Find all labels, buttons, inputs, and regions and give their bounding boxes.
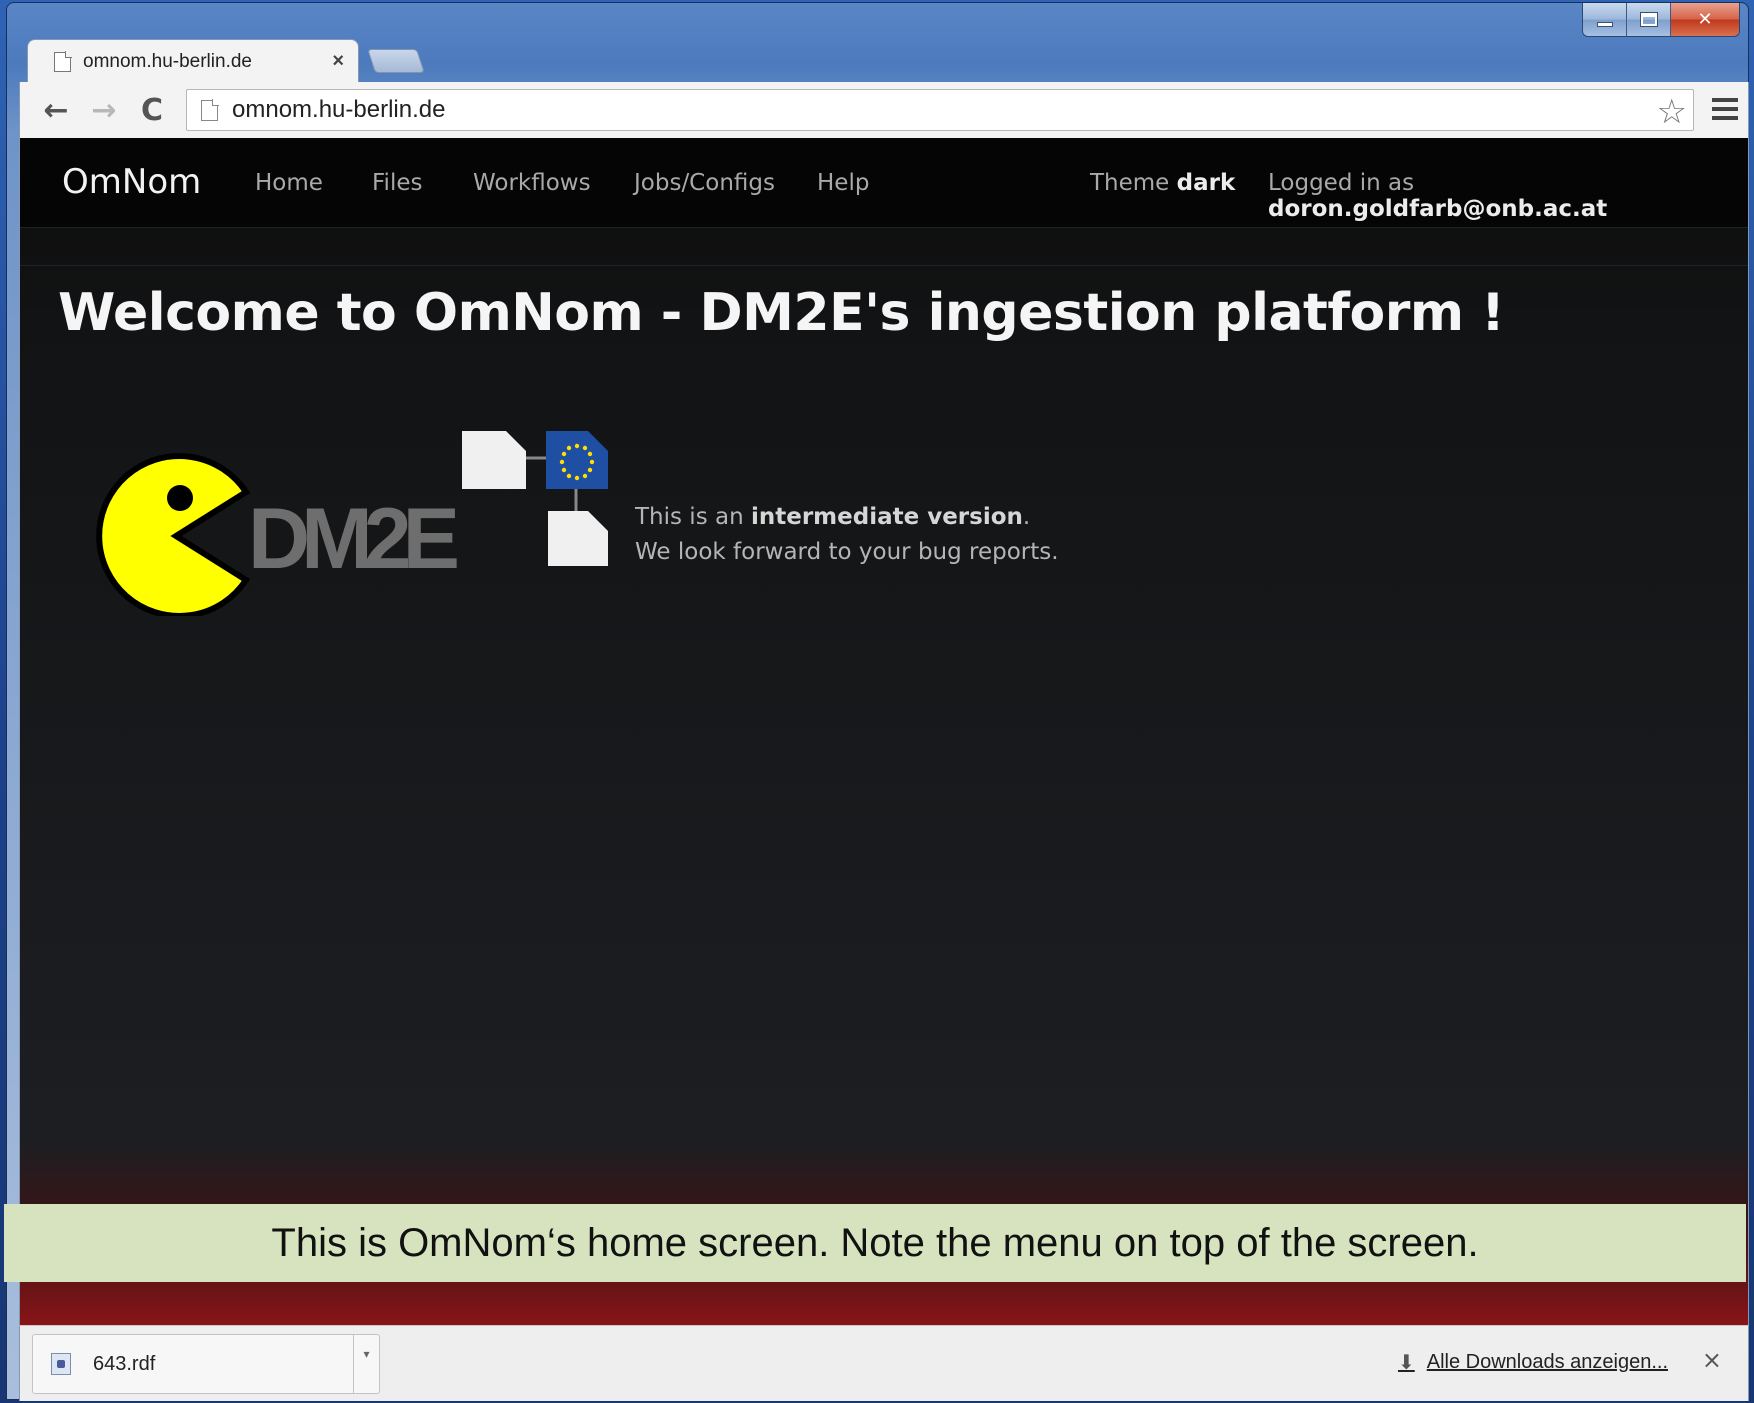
intro-prefix: This is an	[635, 504, 744, 530]
download-shelf: 643.rdf ▾ ⬇ Alle Downloads anzeigen... ×	[19, 1325, 1749, 1401]
close-shelf-icon[interactable]: ×	[1702, 1346, 1722, 1374]
pacman-eye	[167, 485, 193, 511]
browser-toolbar: ← → C omnom.hu-berlin.de ☆	[19, 82, 1749, 138]
page-viewport: OmNom Home Files Workflows Jobs/Configs …	[19, 138, 1749, 1328]
intro-suffix: .	[1022, 504, 1031, 530]
document-icon	[548, 511, 608, 566]
chevron-down-icon[interactable]: ▾	[353, 1335, 379, 1393]
theme-switcher[interactable]: Theme dark	[1090, 170, 1235, 196]
slide-caption-text: This is OmNom‘s home screen. Note the me…	[271, 1220, 1479, 1265]
login-user[interactable]: doron.goldfarb@onb.ac.at	[1268, 196, 1607, 222]
forward-button[interactable]: →	[86, 92, 122, 128]
intro-line-2: We look forward to your bug reports.	[635, 539, 1059, 565]
browser-tab[interactable]: omnom.hu-berlin.de ×	[27, 39, 359, 83]
tab-title: omnom.hu-berlin.de	[83, 50, 252, 72]
maximize-icon	[1639, 12, 1658, 27]
bookmark-star-icon[interactable]: ☆	[1657, 92, 1687, 132]
download-item[interactable]: 643.rdf ▾	[32, 1334, 380, 1394]
page-icon	[201, 98, 219, 121]
hamburger-icon-bar	[1712, 107, 1738, 111]
url-text[interactable]: omnom.hu-berlin.de	[232, 96, 445, 124]
dm2e-wordmark: DM2E	[248, 491, 457, 587]
address-bar[interactable]: omnom.hu-berlin.de ☆	[186, 89, 1694, 132]
new-tab-button[interactable]	[367, 49, 425, 73]
rdf-file-icon	[51, 1353, 71, 1375]
omnom-dm2e-logo: DM2E	[76, 416, 616, 616]
top-navbar: OmNom Home Files Workflows Jobs/Configs …	[20, 138, 1748, 228]
theme-label: Theme	[1090, 170, 1170, 196]
nav-item-help[interactable]: Help	[817, 170, 869, 196]
hamburger-icon-bar	[1712, 116, 1738, 120]
intro-line-1: This is an intermediate version.	[635, 500, 1059, 535]
download-file-name: 643.rdf	[93, 1352, 156, 1375]
reload-button[interactable]: C	[134, 92, 170, 128]
slide-caption: This is OmNom‘s home screen. Note the me…	[4, 1204, 1746, 1282]
nav-item-workflows[interactable]: Workflows	[473, 170, 591, 196]
close-icon: ✕	[1697, 9, 1713, 30]
page-title: Welcome to OmNom - DM2E's ingestion plat…	[58, 283, 1505, 343]
intro-text: This is an intermediate version. We look…	[635, 500, 1059, 570]
nav-item-home[interactable]: Home	[255, 170, 323, 196]
login-status: Logged in as doron.goldfarb@onb.ac.at	[1268, 170, 1748, 222]
hamburger-icon-bar	[1712, 98, 1738, 102]
eu-document-icon	[546, 431, 608, 489]
browser-menu-button[interactable]	[1712, 93, 1738, 125]
nav-item-jobs-configs[interactable]: Jobs/Configs	[634, 170, 775, 196]
brand-link[interactable]: OmNom	[62, 162, 201, 202]
close-window-button[interactable]: ✕	[1671, 3, 1739, 36]
show-all-downloads-link[interactable]: ⬇ Alle Downloads anzeigen...	[1398, 1350, 1668, 1374]
download-arrow-icon: ⬇	[1397, 1350, 1415, 1374]
show-all-downloads-label: Alle Downloads anzeigen...	[1426, 1350, 1668, 1373]
tab-close-icon[interactable]: ×	[332, 50, 344, 73]
minimize-icon	[1596, 22, 1613, 27]
document-icon	[462, 431, 526, 489]
login-label: Logged in as	[1268, 170, 1415, 196]
theme-value[interactable]: dark	[1177, 170, 1236, 196]
back-button[interactable]: ←	[38, 92, 74, 128]
window-caption-buttons: ✕	[1582, 3, 1740, 37]
divider	[20, 265, 1748, 266]
page-icon	[54, 50, 72, 72]
nav-item-files[interactable]: Files	[372, 170, 422, 196]
minimize-button[interactable]	[1583, 3, 1627, 36]
maximize-button[interactable]	[1627, 3, 1671, 36]
pacman-icon	[96, 453, 251, 616]
intro-bold: intermediate version	[750, 504, 1023, 530]
browser-window: ✕ omnom.hu-berlin.de × ← → C omnom.hu-be…	[6, 2, 1749, 1401]
